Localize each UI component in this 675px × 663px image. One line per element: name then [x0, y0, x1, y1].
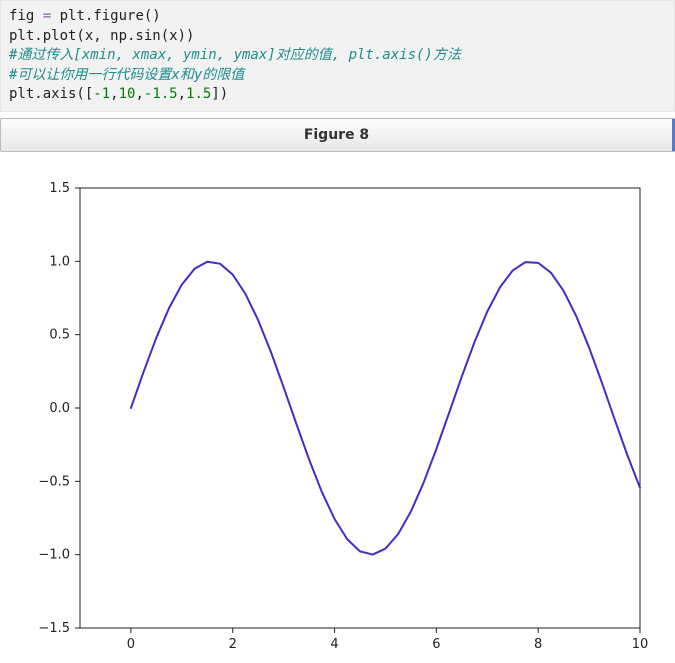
code-line-2: plt.plot(x, np.sin(x))	[9, 28, 194, 44]
code-cell: fig = plt.figure() plt.plot(x, np.sin(x)…	[0, 0, 675, 112]
code-line-3-comment: #通过传入[xmin, xmax, ymin, ymax]对应的值, plt.a…	[9, 47, 461, 63]
y-tick-label: 1.5	[49, 181, 70, 196]
code-line-5n1: -1	[93, 86, 110, 102]
figure-label: Figure 8	[304, 127, 369, 143]
series-sin(x)	[131, 262, 640, 555]
y-tick-label: 0.5	[49, 328, 70, 343]
y-tick-label: 1.0	[49, 254, 70, 269]
y-tick-label: −1.0	[38, 548, 70, 563]
code-line-5n3: -1.5	[144, 86, 178, 102]
code-line-1a: fig	[9, 8, 43, 24]
code-line-4-comment: #可以让你用一行代码设置x和y的限值	[9, 67, 244, 83]
y-tick-label: −1.5	[38, 621, 70, 636]
y-tick-label: −0.5	[38, 474, 70, 489]
x-tick-label: 4	[330, 637, 338, 652]
code-line-5a: plt.axis([	[9, 86, 93, 102]
x-tick-label: 8	[534, 637, 542, 652]
code-line-5n4: 1.5	[186, 86, 211, 102]
y-tick-label: 0.0	[49, 401, 70, 416]
x-tick-label: 6	[432, 637, 440, 652]
line-chart: 0 2 4 6 8 10 −1.5 −1.0 −0.5 0.0 0.5 1.0 1.5	[0, 168, 660, 663]
x-tick-label: 10	[632, 637, 649, 652]
figure-title-bar: Figure 8	[0, 118, 675, 152]
x-tick-label: 2	[229, 637, 237, 652]
code-line-1eq: =	[43, 8, 51, 24]
code-line-1b: plt.figure()	[51, 8, 161, 24]
code-line-5n2: 10	[119, 86, 136, 102]
plot-box	[80, 188, 640, 628]
x-tick-label: 0	[127, 637, 135, 652]
chart-figure: 0 2 4 6 8 10 −1.5 −1.0 −0.5 0.0 0.5 1.0 1.5	[0, 168, 660, 663]
code-line-5b: ])	[211, 86, 228, 102]
